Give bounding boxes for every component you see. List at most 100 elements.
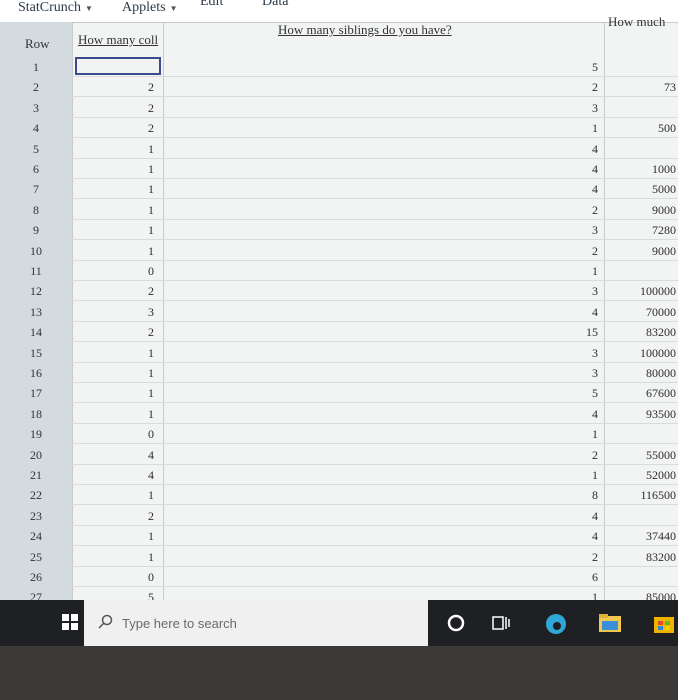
row-number: 19 xyxy=(30,427,42,442)
cell-siblings[interactable]: 3 xyxy=(580,220,598,240)
column-divider xyxy=(72,22,73,600)
cell-siblings[interactable]: 2 xyxy=(580,200,598,220)
cell-how-much[interactable]: 100000 xyxy=(618,343,676,363)
cell-colleges[interactable]: 2 xyxy=(148,77,154,97)
cell-how-much[interactable]: 55000 xyxy=(618,445,676,465)
cell-colleges[interactable]: 3 xyxy=(148,302,154,322)
cell-colleges[interactable]: 1 xyxy=(148,241,154,261)
cell-siblings[interactable]: 5 xyxy=(580,57,598,77)
column-header-colleges[interactable]: How many coll xyxy=(78,32,158,48)
row-number: 20 xyxy=(30,447,42,462)
cell-how-much[interactable]: 80000 xyxy=(618,363,676,383)
row-divider xyxy=(0,320,678,322)
cell-how-much[interactable]: 7280 xyxy=(618,220,676,240)
menu-data[interactable]: Data xyxy=(262,0,288,10)
file-explorer-icon[interactable] xyxy=(598,612,621,634)
cell-siblings[interactable]: 8 xyxy=(580,485,598,505)
cell-how-much[interactable]: 9000 xyxy=(618,200,676,220)
cell-colleges[interactable]: 1 xyxy=(148,343,154,363)
store-icon[interactable] xyxy=(652,612,674,634)
cell-siblings[interactable]: 4 xyxy=(580,139,598,159)
cell-siblings[interactable]: 2 xyxy=(580,241,598,261)
cell-siblings[interactable]: 6 xyxy=(580,567,598,587)
cell-siblings[interactable]: 2 xyxy=(580,445,598,465)
cell-how-much[interactable]: 93500 xyxy=(618,404,676,424)
cell-colleges[interactable]: 0 xyxy=(148,567,154,587)
row-number: 18 xyxy=(30,406,42,421)
column-divider xyxy=(163,22,164,600)
cell-colleges[interactable]: 1 xyxy=(148,363,154,383)
cell-colleges[interactable]: 2 xyxy=(148,118,154,138)
cell-colleges[interactable]: 1 xyxy=(148,179,154,199)
cell-colleges[interactable]: 4 xyxy=(148,445,154,465)
cell-how-much[interactable]: 52000 xyxy=(618,465,676,485)
cell-how-much[interactable]: 1000 xyxy=(618,159,676,179)
cell-how-much[interactable]: 5000 xyxy=(618,179,676,199)
cell-siblings[interactable]: 1 xyxy=(580,587,598,600)
cell-how-much[interactable]: 85000 xyxy=(618,587,676,600)
cell-how-much[interactable]: 70000 xyxy=(618,302,676,322)
cell-siblings[interactable]: 3 xyxy=(580,98,598,118)
cell-siblings[interactable]: 3 xyxy=(580,363,598,383)
cell-how-much[interactable]: 500 xyxy=(618,118,676,138)
cell-how-much[interactable]: 9000 xyxy=(618,241,676,261)
cell-colleges[interactable]: 1 xyxy=(148,526,154,546)
cell-colleges[interactable]: 4 xyxy=(148,465,154,485)
menu-edit-label: Edit xyxy=(200,0,224,9)
cell-colleges[interactable]: 0 xyxy=(148,261,154,281)
cell-how-much[interactable]: 83200 xyxy=(618,547,676,567)
cell-siblings[interactable]: 4 xyxy=(580,404,598,424)
cell-colleges[interactable]: 1 xyxy=(148,383,154,403)
menu-applets[interactable]: Applets ▼ xyxy=(122,0,177,16)
cell-how-much[interactable]: 37440 xyxy=(618,526,676,546)
cell-siblings[interactable]: 1 xyxy=(580,424,598,444)
cell-siblings[interactable]: 3 xyxy=(580,343,598,363)
cell-colleges[interactable]: 5 xyxy=(148,587,154,600)
cell-how-much[interactable]: 73 xyxy=(618,77,676,97)
taskbar-search-input[interactable]: Type here to search xyxy=(84,600,428,646)
row-number: 21 xyxy=(30,468,42,482)
cell-colleges[interactable]: 1 xyxy=(148,547,154,567)
task-view-icon[interactable] xyxy=(490,612,512,634)
cell-colleges[interactable]: 2 xyxy=(148,281,154,301)
cell-colleges[interactable]: 2 xyxy=(148,322,154,342)
cell-colleges[interactable]: 1 xyxy=(148,139,154,159)
column-header-how-much[interactable]: How much xyxy=(608,14,665,30)
row-number: 16 xyxy=(30,366,42,380)
column-header-siblings[interactable]: How many siblings do you have? xyxy=(278,22,452,38)
cell-how-much[interactable]: 100000 xyxy=(618,281,676,301)
cell-siblings[interactable]: 1 xyxy=(580,465,598,485)
cell-how-much[interactable]: 83200 xyxy=(618,322,676,342)
cell-siblings[interactable]: 4 xyxy=(580,159,598,179)
selected-cell[interactable] xyxy=(75,57,161,75)
cell-siblings[interactable]: 2 xyxy=(580,547,598,567)
cell-siblings[interactable]: 4 xyxy=(580,302,598,322)
cell-how-much[interactable]: 67600 xyxy=(618,383,676,403)
cell-siblings[interactable]: 3 xyxy=(580,281,598,301)
cell-siblings[interactable]: 1 xyxy=(580,118,598,138)
cell-colleges[interactable]: 1 xyxy=(148,404,154,424)
cell-how-much[interactable]: 116500 xyxy=(618,485,676,505)
cell-colleges[interactable]: 2 xyxy=(148,98,154,118)
windows-start-icon[interactable] xyxy=(62,614,78,630)
cell-siblings[interactable]: 2 xyxy=(580,77,598,97)
cell-colleges[interactable]: 1 xyxy=(148,159,154,179)
row-divider xyxy=(0,545,678,547)
spreadsheet[interactable]: Row How many coll How many siblings do y… xyxy=(0,14,678,600)
cell-colleges[interactable]: 1 xyxy=(148,220,154,240)
cell-siblings[interactable]: 5 xyxy=(580,383,598,403)
edge-browser-icon[interactable] xyxy=(544,612,566,634)
cell-siblings[interactable]: 4 xyxy=(580,506,598,526)
cell-colleges[interactable]: 0 xyxy=(148,424,154,444)
cell-colleges[interactable]: 1 xyxy=(148,485,154,505)
cell-siblings[interactable]: 4 xyxy=(580,179,598,199)
cell-colleges[interactable]: 1 xyxy=(148,200,154,220)
menu-edit[interactable]: Edit xyxy=(200,0,223,10)
cell-siblings[interactable]: 1 xyxy=(580,261,598,281)
row-number: 12 xyxy=(30,284,42,299)
cell-siblings[interactable]: 15 xyxy=(580,322,598,342)
cell-colleges[interactable]: 2 xyxy=(148,506,154,526)
cortana-icon[interactable] xyxy=(445,612,467,634)
cell-siblings[interactable]: 4 xyxy=(580,526,598,546)
menu-statcrunch[interactable]: StatCrunch ▼ xyxy=(18,0,93,16)
